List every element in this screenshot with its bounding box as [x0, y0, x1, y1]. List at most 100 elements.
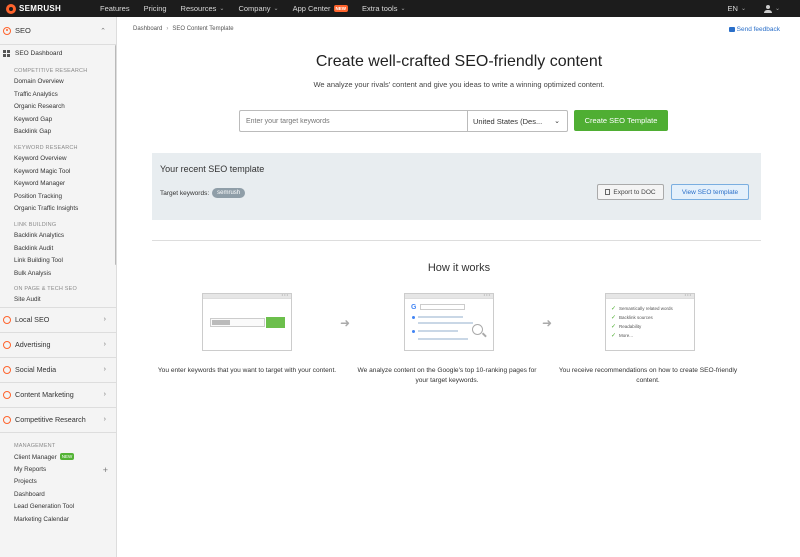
sidebar-category-advertising[interactable]: Advertising ›: [0, 331, 116, 357]
recommendation-label: Readability: [619, 324, 642, 329]
result-line: [418, 316, 463, 318]
checkmark-icon: ✓: [611, 324, 617, 330]
breadcrumb-dashboard-link[interactable]: Dashboard: [133, 26, 162, 32]
chevron-right-icon: ›: [103, 391, 106, 399]
checkmark-icon: ✓: [611, 306, 617, 312]
content-marketing-icon: [3, 390, 11, 399]
sidebar-section-title: KEYWORD RESEARCH: [14, 144, 78, 151]
recommendation-item: ✓ Semantically related words: [611, 305, 673, 312]
sidebar-seo-toggle[interactable]: SEO ⌃: [0, 17, 116, 45]
sidebar-category-label: Content Marketing: [15, 390, 74, 400]
semrush-logo[interactable]: SEMRUSH: [6, 3, 86, 14]
nav-extra-tools[interactable]: Extra tools ⌄: [362, 4, 405, 13]
keyword-search-form: United States (Des... ⌄ Create SEO Templ…: [239, 110, 668, 132]
sidebar-item-site-audit[interactable]: Site Audit: [0, 294, 116, 307]
browser-bar: [405, 292, 493, 299]
sidebar-item-my-reports[interactable]: My Reports +: [0, 464, 116, 477]
view-seo-template-button[interactable]: View SEO template: [671, 184, 749, 200]
step-3-illustration: ✓Semantically related words ✓Backlink so…: [605, 292, 695, 351]
sidebar-item-domain-overview[interactable]: Domain Overview: [0, 76, 116, 89]
section-divider: [152, 240, 761, 241]
add-report-icon[interactable]: +: [103, 464, 108, 477]
result-line: [418, 322, 473, 324]
chevron-right-icon: ›: [103, 366, 106, 374]
arrow-right-icon: ➜: [340, 316, 351, 330]
sidebar-item-bulk-analysis[interactable]: Bulk Analysis: [0, 268, 116, 281]
sidebar-category-label: Social Media: [15, 365, 57, 375]
sidebar-category-social-media[interactable]: Social Media ›: [0, 356, 116, 382]
sidebar-item-organic-research[interactable]: Organic Research: [0, 101, 116, 114]
mini-search-illustration: [420, 304, 465, 310]
chevron-down-icon: ⌄: [554, 118, 560, 125]
keyword-tag: semrush: [212, 188, 246, 198]
chevron-right-icon: ›: [103, 341, 106, 349]
target-keywords-input[interactable]: [239, 110, 467, 132]
chevron-right-icon: ›: [103, 316, 106, 324]
recent-template-title: Your recent SEO template: [160, 164, 265, 174]
page-title: Create well-crafted SEO-friendly content: [315, 53, 603, 70]
sidebar-scrollbar[interactable]: [115, 45, 116, 265]
sidebar-category-content-marketing[interactable]: Content Marketing ›: [0, 381, 116, 407]
mini-button-illustration: [266, 317, 285, 328]
nav-app-center[interactable]: App Center NEW: [293, 4, 349, 13]
sidebar-item-position-tracking[interactable]: Position Tracking: [0, 191, 116, 204]
recent-target-keywords: Target keywords: semrush: [160, 188, 246, 198]
sidebar-item-keyword-overview[interactable]: Keyword Overview: [0, 153, 116, 166]
result-dot: [412, 316, 415, 319]
sidebar-item-backlink-gap[interactable]: Backlink Gap: [0, 126, 116, 139]
mini-tag: [212, 320, 230, 325]
sidebar-item-client-manager[interactable]: Client Manager NEW: [0, 451, 116, 464]
sidebar-item-keyword-manager[interactable]: Keyword Manager: [0, 178, 116, 191]
sidebar-item-dashboard[interactable]: Dashboard: [0, 489, 116, 502]
checkmark-icon: ✓: [611, 315, 617, 321]
export-doc-icon: [605, 189, 611, 195]
sidebar-item-seo-dashboard[interactable]: SEO Dashboard: [0, 45, 116, 62]
nav-company[interactable]: Company ⌄: [238, 4, 278, 13]
recommendation-item: ✓ More...: [611, 332, 633, 339]
magnifier-icon: [472, 324, 483, 335]
sidebar-item-organic-traffic-insights[interactable]: Organic Traffic Insights: [0, 203, 116, 216]
send-feedback-link[interactable]: Send feedback: [728, 26, 780, 33]
country-select[interactable]: United States (Des... ⌄: [467, 110, 568, 132]
sidebar-item-marketing-calendar[interactable]: Marketing Calendar: [0, 514, 116, 527]
social-media-icon: [3, 365, 11, 374]
create-seo-template-button[interactable]: Create SEO Template: [574, 110, 668, 131]
nav-right: EN ⌄ ⌄: [710, 0, 780, 17]
country-select-value: United States (Des...: [473, 116, 543, 126]
language-selector[interactable]: EN ⌄: [728, 4, 746, 13]
language-label: EN: [727, 4, 738, 13]
seo-target-icon: [3, 26, 11, 35]
sidebar-seo-label: SEO: [15, 26, 31, 35]
nav-pricing[interactable]: Pricing: [144, 4, 167, 13]
nav-features-label: Features: [100, 4, 130, 13]
sidebar-item-keyword-magic-tool[interactable]: Keyword Magic Tool: [0, 166, 116, 179]
breadcrumb: Dashboard › SEO Content Template: [133, 26, 234, 32]
sidebar-item-lead-generation-tool[interactable]: Lead Generation Tool: [0, 501, 116, 514]
sidebar-category-competitive-research[interactable]: Competitive Research ›: [0, 406, 116, 432]
competitive-research-icon: [3, 415, 11, 424]
export-to-doc-button[interactable]: Export to DOC: [597, 184, 664, 200]
chevron-down-icon: ⌄: [273, 6, 279, 12]
chevron-down-icon: ⌄: [219, 6, 225, 12]
user-menu[interactable]: ⌄: [763, 4, 780, 13]
nav-resources[interactable]: Resources ⌄: [181, 4, 225, 13]
chevron-right-icon: ›: [103, 416, 106, 424]
recommendation-item: ✓ Readability: [611, 323, 641, 330]
sidebar-item-backlink-analytics[interactable]: Backlink Analytics: [0, 230, 116, 243]
semrush-logo-icon: [6, 3, 16, 14]
step-1-description: You enter keywords that you want to targ…: [157, 367, 337, 374]
sidebar: SEO ⌃ SEO Dashboard COMPETITIVE RESEARCH…: [0, 17, 117, 557]
sidebar-item-label: My Reports: [14, 465, 47, 473]
sidebar-category-local-seo[interactable]: Local SEO ›: [0, 306, 116, 332]
sidebar-item-projects[interactable]: Projects: [0, 476, 116, 489]
sidebar-item-link-building-tool[interactable]: Link Building Tool: [0, 255, 116, 268]
browser-bar: [606, 292, 694, 299]
sidebar-section-title: COMPETITIVE RESEARCH: [14, 68, 88, 74]
send-feedback-label: Send feedback: [736, 26, 780, 33]
recommendation-label: Backlink sources: [619, 315, 653, 320]
sidebar-item-traffic-analytics[interactable]: Traffic Analytics: [0, 89, 116, 102]
nav-features[interactable]: Features: [100, 4, 130, 13]
sidebar-item-keyword-gap[interactable]: Keyword Gap: [0, 114, 116, 127]
sidebar-item-backlink-audit[interactable]: Backlink Audit: [0, 243, 116, 256]
chevron-down-icon: ⌄: [740, 6, 746, 12]
